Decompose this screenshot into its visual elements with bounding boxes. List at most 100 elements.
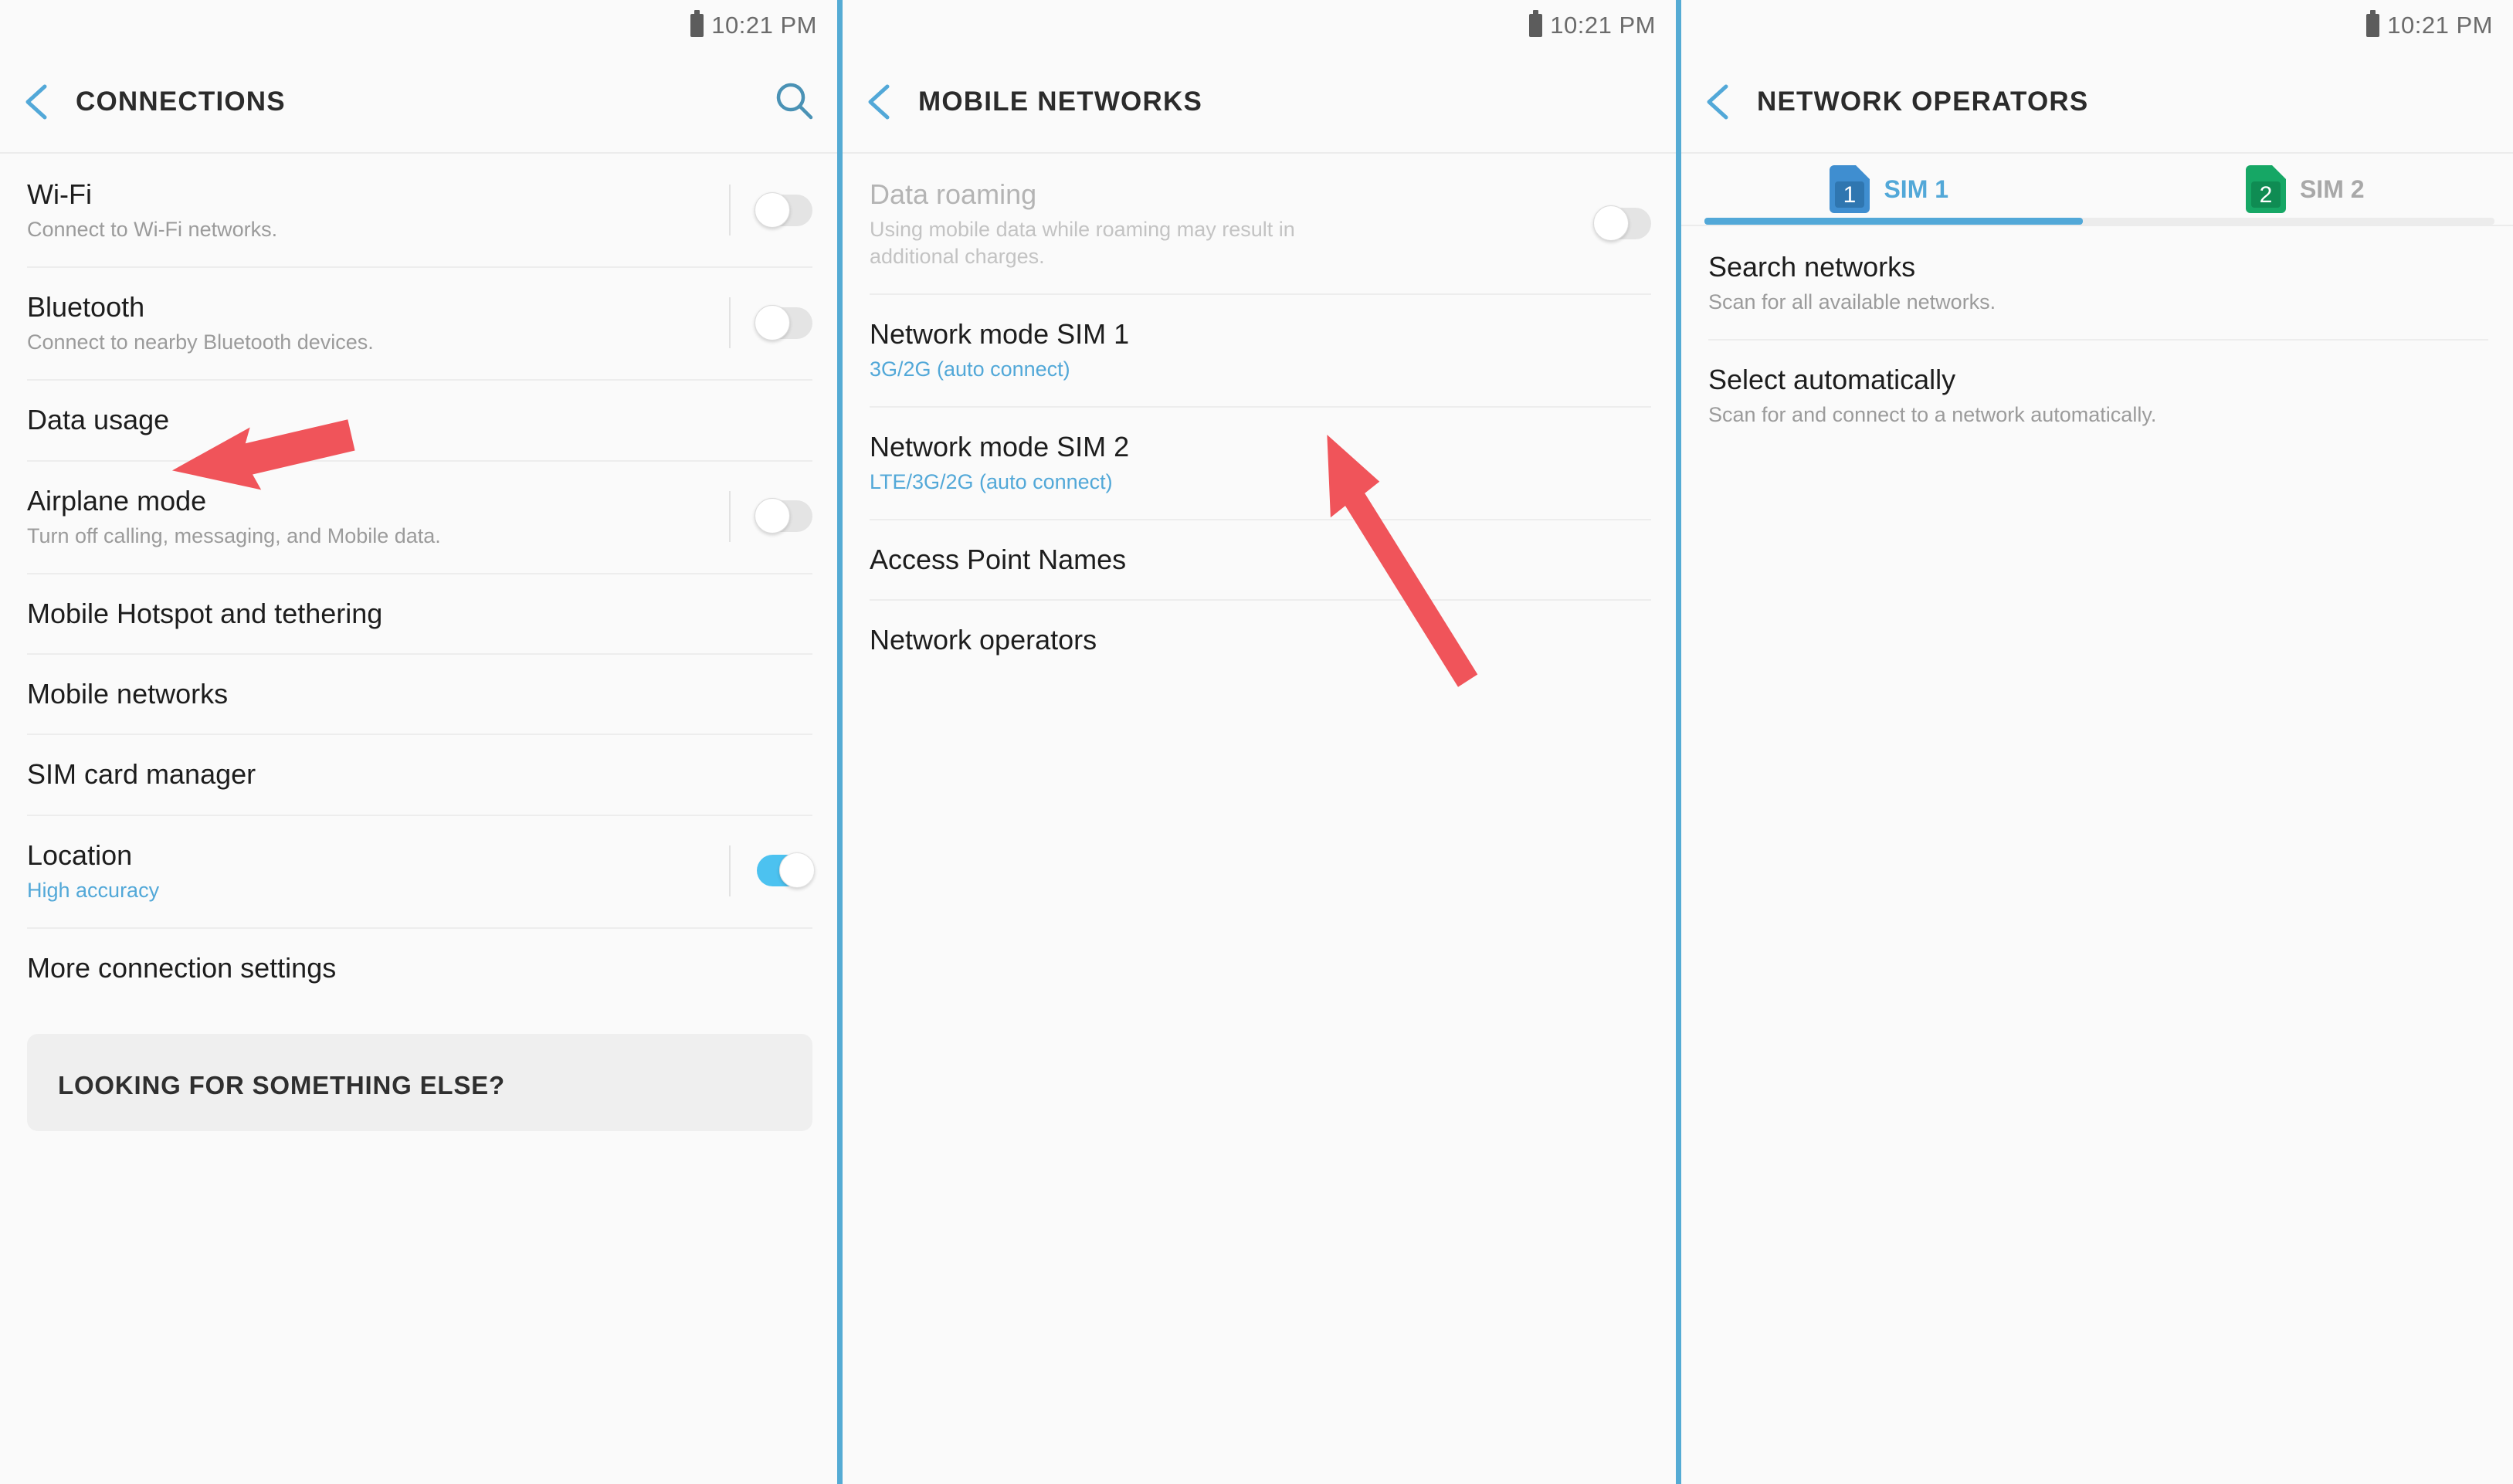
status-clock: 10:21 PM xyxy=(1550,12,1656,39)
list-item-search-networks[interactable]: Search networks Scan for all available n… xyxy=(1681,226,2513,339)
tab-sim-2[interactable]: 2 SIM 2 xyxy=(2098,154,2513,225)
status-bar-panel2: 10:21 PM xyxy=(843,0,1676,51)
three-panel-screenshot-strip: 10:21 PM CONNECTIONS Wi-Fi Connect to Wi… xyxy=(0,0,2513,1484)
list-item-text: Wi-Fi Connect to Wi-Fi networks. xyxy=(27,154,712,266)
battery-icon xyxy=(2366,10,2380,37)
app-bar-network-operators: NETWORK OPERATORS xyxy=(1681,51,2513,154)
list-item-text: Data roaming Using mobile data while roa… xyxy=(870,154,1579,293)
sim-card-icon: 1 xyxy=(1830,165,1870,213)
list-item-text: Network mode SIM 1 3G/2G (auto connect) xyxy=(870,293,1651,406)
list-item-text: SIM card manager xyxy=(27,734,812,814)
list-item-title: Airplane mode xyxy=(27,484,207,517)
list-item-subtitle: LTE/3G/2G (auto connect) xyxy=(870,470,1113,494)
location-toggle[interactable] xyxy=(757,852,815,889)
sim-card-icon: 2 xyxy=(2245,165,2286,213)
data-roaming-toggle[interactable] xyxy=(1593,205,1651,241)
list-item-subtitle: Using mobile data while roaming may resu… xyxy=(870,218,1295,269)
back-chevron-icon[interactable] xyxy=(17,80,60,124)
page-title: NETWORK OPERATORS xyxy=(1757,86,2089,117)
list-item-mobile-hotspot[interactable]: Mobile Hotspot and tethering xyxy=(0,572,837,653)
list-item-network-mode-sim1[interactable]: Network mode SIM 1 3G/2G (auto connect) xyxy=(843,293,1676,406)
list-item-title: Network mode SIM 1 xyxy=(870,317,1130,350)
search-icon[interactable] xyxy=(772,80,817,124)
list-item-text: More connection settings xyxy=(27,927,812,1008)
back-chevron-icon[interactable] xyxy=(1698,80,1741,124)
list-item-title: Wi-Fi xyxy=(27,178,92,210)
list-item-data-usage[interactable]: Data usage xyxy=(0,379,837,459)
list-item-title: Data usage xyxy=(27,404,170,436)
looking-for-something-else-card[interactable]: LOOKING FOR SOMETHING ELSE? xyxy=(27,1034,812,1132)
list-item-text: Bluetooth Connect to nearby Bluetooth de… xyxy=(27,266,712,379)
page-title: MOBILE NETWORKS xyxy=(918,86,1202,117)
status-bar-panel3: 10:21 PM xyxy=(1681,0,2513,51)
mobile-networks-list: Data roaming Using mobile data while roa… xyxy=(843,154,1676,680)
list-item-title: Select automatically xyxy=(1708,364,1956,396)
list-item-text: Airplane mode Turn off calling, messagin… xyxy=(27,460,712,573)
list-item-control xyxy=(712,297,812,349)
vertical-divider xyxy=(729,185,731,235)
toggle-knob xyxy=(755,191,790,228)
list-item-text: Mobile networks xyxy=(27,653,812,734)
list-item-text: Mobile Hotspot and tethering xyxy=(27,573,812,653)
list-item-sim-card-manager[interactable]: SIM card manager xyxy=(0,734,837,814)
list-item-title: Search networks xyxy=(1708,251,1916,283)
list-item-select-automatically[interactable]: Select automatically Scan for and connec… xyxy=(1681,339,2513,452)
sim-tab-bar: 1 SIM 1 2 SIM 2 xyxy=(1681,154,2513,226)
list-item-title: Network operators xyxy=(870,624,1097,656)
airplane-mode-toggle[interactable] xyxy=(755,498,812,534)
list-item-subtitle: High accuracy xyxy=(27,879,160,903)
list-item-network-mode-sim2[interactable]: Network mode SIM 2 LTE/3G/2G (auto conne… xyxy=(843,405,1676,519)
status-clock: 10:21 PM xyxy=(2387,12,2493,39)
list-item-network-operators[interactable]: Network operators xyxy=(843,599,1676,679)
list-item-control xyxy=(712,490,812,542)
list-item-title: Access Point Names xyxy=(870,543,1127,575)
toggle-knob xyxy=(755,498,790,534)
panel-connections: 10:21 PM CONNECTIONS Wi-Fi Connect to Wi… xyxy=(0,0,837,1484)
back-chevron-icon[interactable] xyxy=(860,80,903,124)
active-tab-underline xyxy=(1704,218,2083,225)
list-item-subtitle: Connect to nearby Bluetooth devices. xyxy=(27,330,374,354)
tab-label: SIM 1 xyxy=(1884,174,1949,203)
list-item-title: Bluetooth xyxy=(27,291,145,324)
app-bar-mobile-networks: MOBILE NETWORKS xyxy=(843,51,1676,154)
network-operators-list: Search networks Scan for all available n… xyxy=(1681,226,2513,452)
panel-mobile-networks: 10:21 PM MOBILE NETWORKS Data roaming Us… xyxy=(837,0,1676,1484)
list-item-mobile-networks[interactable]: Mobile networks xyxy=(0,652,837,734)
svg-text:2: 2 xyxy=(2260,182,2273,208)
bluetooth-toggle[interactable] xyxy=(755,304,812,341)
status-bar-panel1: 10:21 PM xyxy=(0,0,837,51)
wifi-toggle[interactable] xyxy=(755,191,812,228)
list-item-control xyxy=(712,185,812,235)
list-item-title: Network mode SIM 2 xyxy=(870,430,1130,462)
list-item-subtitle: Scan for and connect to a network automa… xyxy=(1708,403,2157,427)
list-item-text: Location High accuracy xyxy=(27,815,712,927)
list-item-control xyxy=(1579,205,1651,241)
list-item-title: Mobile networks xyxy=(27,677,229,710)
status-clock: 10:21 PM xyxy=(711,12,817,39)
list-item-text: Data usage xyxy=(27,379,812,459)
list-item-title: Location xyxy=(27,839,133,871)
list-item-text: Select automatically Scan for and connec… xyxy=(1708,339,2488,452)
list-item-access-point-names[interactable]: Access Point Names xyxy=(843,518,1676,599)
tab-sim-1[interactable]: 1 SIM 1 xyxy=(1681,154,2098,225)
vertical-divider xyxy=(729,490,731,542)
list-item-text: Network operators xyxy=(870,599,1651,679)
list-item-airplane-mode[interactable]: Airplane mode Turn off calling, messagin… xyxy=(0,459,837,573)
battery-icon xyxy=(690,10,704,37)
list-item-title: SIM card manager xyxy=(27,758,256,791)
list-item-title: Data roaming xyxy=(870,178,1037,210)
footer-card-title: LOOKING FOR SOMETHING ELSE? xyxy=(58,1071,505,1100)
toggle-knob xyxy=(755,304,790,341)
list-item-text: Access Point Names xyxy=(870,519,1651,599)
list-item-subtitle: 3G/2G (auto connect) xyxy=(870,357,1070,381)
list-item-subtitle: Turn off calling, messaging, and Mobile … xyxy=(27,523,441,547)
battery-icon xyxy=(1529,10,1543,37)
list-item-data-roaming[interactable]: Data roaming Using mobile data while roa… xyxy=(843,154,1676,293)
svg-text:1: 1 xyxy=(1843,182,1857,208)
list-item-more-connection-settings[interactable]: More connection settings xyxy=(0,927,837,1008)
list-item-subtitle: Scan for all available networks. xyxy=(1708,290,1996,314)
list-item-bluetooth[interactable]: Bluetooth Connect to nearby Bluetooth de… xyxy=(0,266,837,379)
panel-network-operators: 10:21 PM NETWORK OPERATORS 1 SIM 1 2 SIM… xyxy=(1676,0,2513,1484)
list-item-wifi[interactable]: Wi-Fi Connect to Wi-Fi networks. xyxy=(0,154,837,266)
list-item-location[interactable]: Location High accuracy xyxy=(0,814,837,927)
